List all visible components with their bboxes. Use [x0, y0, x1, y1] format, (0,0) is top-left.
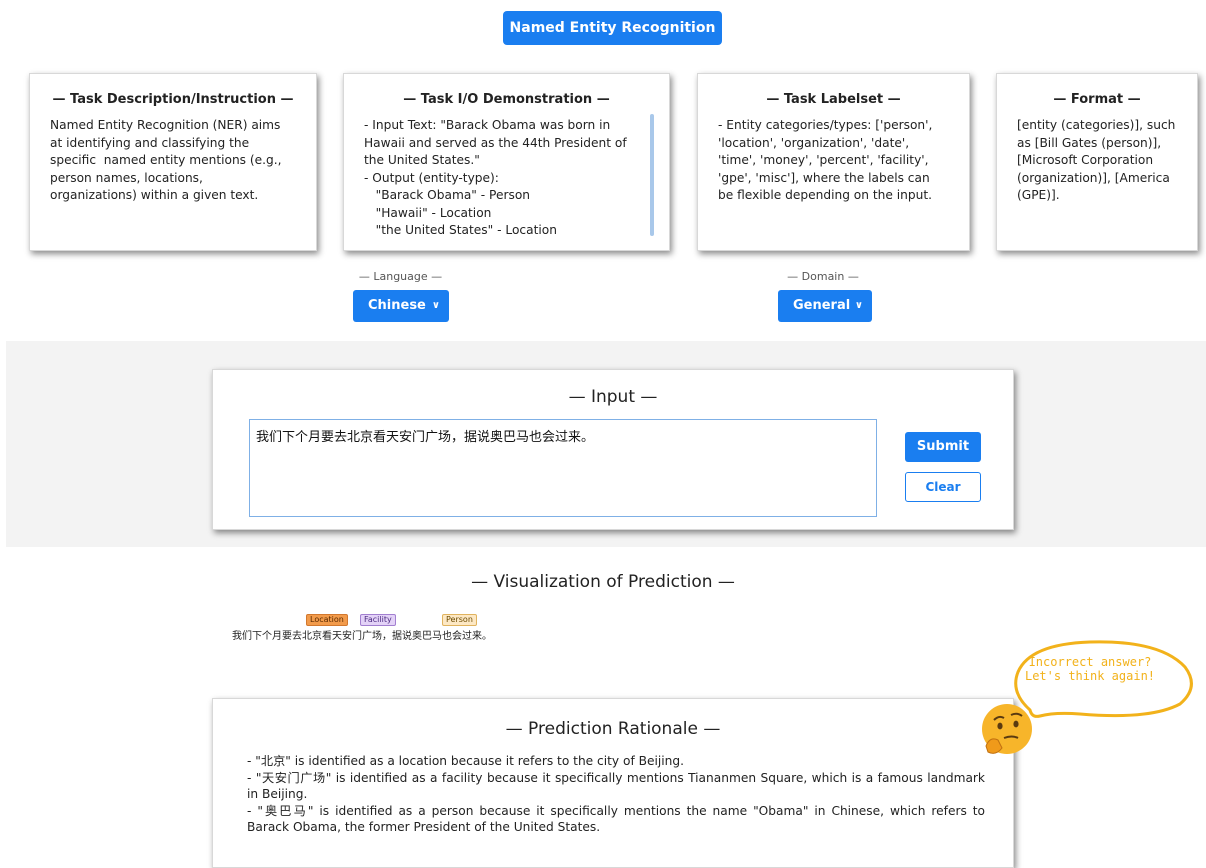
- input-panel: — Input — 我们下个月要去北京看天安门广场，据说奥巴马也会过来。 Sub…: [212, 369, 1014, 530]
- input-panel-title: — Input —: [568, 387, 658, 407]
- language-label: — Language —: [358, 270, 443, 283]
- rationale-line: - "天安门广场" is identified as a facility be…: [247, 770, 985, 802]
- card-body: Named Entity Recognition (NER) aims at i…: [50, 118, 282, 202]
- card-body: [entity (categories)], such as [Bill Gat…: [1017, 118, 1176, 202]
- clear-button[interactable]: Clear: [905, 472, 981, 502]
- rationale-title: — Prediction Rationale —: [505, 719, 721, 739]
- entity-tag-facility: Facility: [360, 614, 396, 626]
- entity-tag-location: Location: [306, 614, 348, 626]
- card-scrollbar[interactable]: [650, 114, 654, 236]
- card-title: — Task Labelset —: [766, 92, 901, 107]
- card-title: — Task Description/Instruction —: [52, 92, 294, 107]
- domain-label: — Domain —: [787, 270, 859, 283]
- card-title: — Format —: [1053, 92, 1141, 107]
- language-select[interactable]: Chinese ∨: [353, 290, 449, 322]
- rationale-panel: — Prediction Rationale — - "北京" is ident…: [212, 698, 1014, 868]
- visualization-text: 我们下个月要去北京看天安门广场，据说奥巴马也会过来。: [232, 631, 492, 642]
- thinking-face-icon: [982, 704, 1032, 754]
- domain-value: General: [793, 298, 851, 313]
- input-textarea[interactable]: 我们下个月要去北京看天安门广场，据说奥巴马也会过来。: [249, 419, 877, 517]
- entity-tag-person: Person: [442, 614, 477, 626]
- bubble-line-2: Let's think again!: [1024, 669, 1156, 683]
- task-title-button[interactable]: Named Entity Recognition: [503, 11, 722, 45]
- rationale-line: - "北京" is identified as a location becau…: [247, 754, 684, 768]
- language-value: Chinese: [368, 298, 426, 313]
- chevron-down-icon: ∨: [431, 300, 440, 311]
- bubble-text: Incorrect answer? Let's think again!: [1015, 655, 1165, 683]
- task-demo-card: — Task I/O Demonstration — - Input Text:…: [343, 73, 670, 251]
- rationale-line: - "奥巴马" is identified as a person becaus…: [247, 803, 985, 835]
- card-title: — Task I/O Demonstration —: [403, 92, 610, 107]
- submit-button[interactable]: Submit: [905, 432, 981, 462]
- task-description-card: — Task Description/Instruction — Named E…: [29, 73, 317, 251]
- visualization-title: — Visualization of Prediction —: [471, 572, 735, 592]
- bubble-line-1: Incorrect answer?: [1028, 655, 1152, 669]
- card-body: - Entity categories/types: ['person', 'l…: [718, 118, 933, 202]
- domain-select[interactable]: General ∨: [778, 290, 872, 322]
- card-body: - Input Text: "Barack Obama was born in …: [364, 118, 627, 237]
- chevron-down-icon: ∨: [854, 300, 863, 311]
- task-labelset-card: — Task Labelset — - Entity categories/ty…: [697, 73, 970, 251]
- format-card: — Format — [entity (categories)], such a…: [996, 73, 1198, 251]
- rationale-body: - "北京" is identified as a location becau…: [247, 753, 985, 836]
